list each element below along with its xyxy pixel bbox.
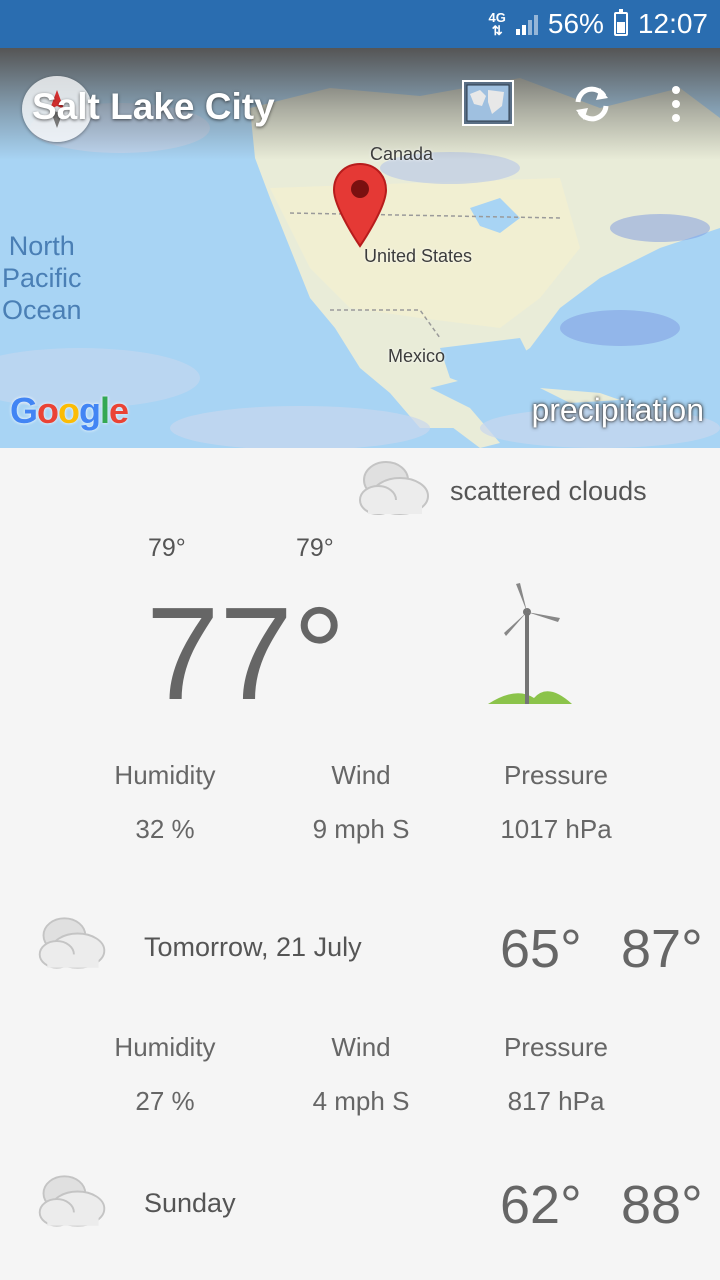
map-layers-button[interactable] bbox=[462, 80, 514, 126]
google-logo: Google bbox=[10, 390, 129, 431]
battery-percent: 56% bbox=[547, 8, 604, 39]
wind-turbine-icon bbox=[488, 583, 572, 704]
app-toolbar: Salt Lake City bbox=[0, 48, 720, 160]
map-layer-label: precipitation bbox=[531, 392, 704, 428]
map-label-united-states: United States bbox=[364, 246, 473, 266]
map-label-mexico: Mexico bbox=[388, 346, 446, 366]
pressure-label: Pressure bbox=[503, 1032, 609, 1062]
forecast-high: 88° bbox=[621, 1175, 703, 1235]
min-temp: 79° bbox=[148, 534, 186, 562]
location-pin-icon[interactable] bbox=[332, 162, 388, 248]
wind-label: Wind bbox=[331, 1032, 391, 1062]
map-label-ocean: North Pacific Ocean bbox=[2, 230, 82, 326]
forecast-low: 62° bbox=[500, 1175, 582, 1235]
pressure-value: 817 hPa bbox=[507, 1086, 605, 1116]
forecast-day: Sunday bbox=[144, 1188, 236, 1218]
map-icon bbox=[462, 80, 514, 126]
overflow-menu-button[interactable] bbox=[660, 82, 692, 126]
cloud-icon bbox=[38, 1175, 106, 1227]
ocean-label-line: Ocean bbox=[2, 295, 82, 325]
ocean-label-line: North bbox=[8, 231, 75, 261]
city-title: Salt Lake City bbox=[32, 86, 275, 127]
battery-icon bbox=[613, 9, 628, 36]
pressure-label: Pressure bbox=[503, 760, 609, 790]
forecast-row[interactable]: Sunday 62° 88° bbox=[0, 1160, 720, 1270]
cloud-icon bbox=[38, 917, 106, 969]
refresh-button[interactable] bbox=[566, 78, 618, 130]
forecast-row[interactable]: Tomorrow, 21 July 65° 87° Humidity Wind … bbox=[0, 896, 720, 1126]
humidity-label: Humidity bbox=[114, 760, 216, 790]
signal-icon bbox=[515, 13, 538, 35]
max-temp: 79° bbox=[296, 534, 334, 562]
forecast-high: 87° bbox=[621, 919, 703, 979]
wind-value: 9 mph S bbox=[312, 814, 410, 844]
forecast-day: Tomorrow, 21 July bbox=[144, 932, 362, 962]
cloud-icon bbox=[359, 461, 429, 515]
status-bar: 4G ⇅ 56% 12:07 bbox=[0, 0, 720, 48]
wind-value: 4 mph S bbox=[312, 1086, 410, 1116]
humidity-value: 27 % bbox=[135, 1086, 195, 1116]
pressure-value: 1017 hPa bbox=[500, 814, 612, 844]
clock: 12:07 bbox=[637, 8, 708, 39]
refresh-icon bbox=[575, 86, 609, 122]
ocean-label-line: Pacific bbox=[2, 263, 82, 293]
wind-label: Wind bbox=[331, 760, 391, 790]
humidity-value: 32 % bbox=[135, 814, 195, 844]
condition-text: scattered clouds bbox=[450, 476, 647, 506]
network-icon: 4G ⇅ bbox=[488, 10, 506, 38]
dot-icon bbox=[672, 86, 680, 94]
humidity-label: Humidity bbox=[114, 1032, 216, 1062]
forecast-low: 65° bbox=[500, 919, 582, 979]
dot-icon bbox=[672, 114, 680, 122]
current-temperature: 77° bbox=[146, 580, 346, 727]
dot-icon bbox=[672, 100, 680, 108]
